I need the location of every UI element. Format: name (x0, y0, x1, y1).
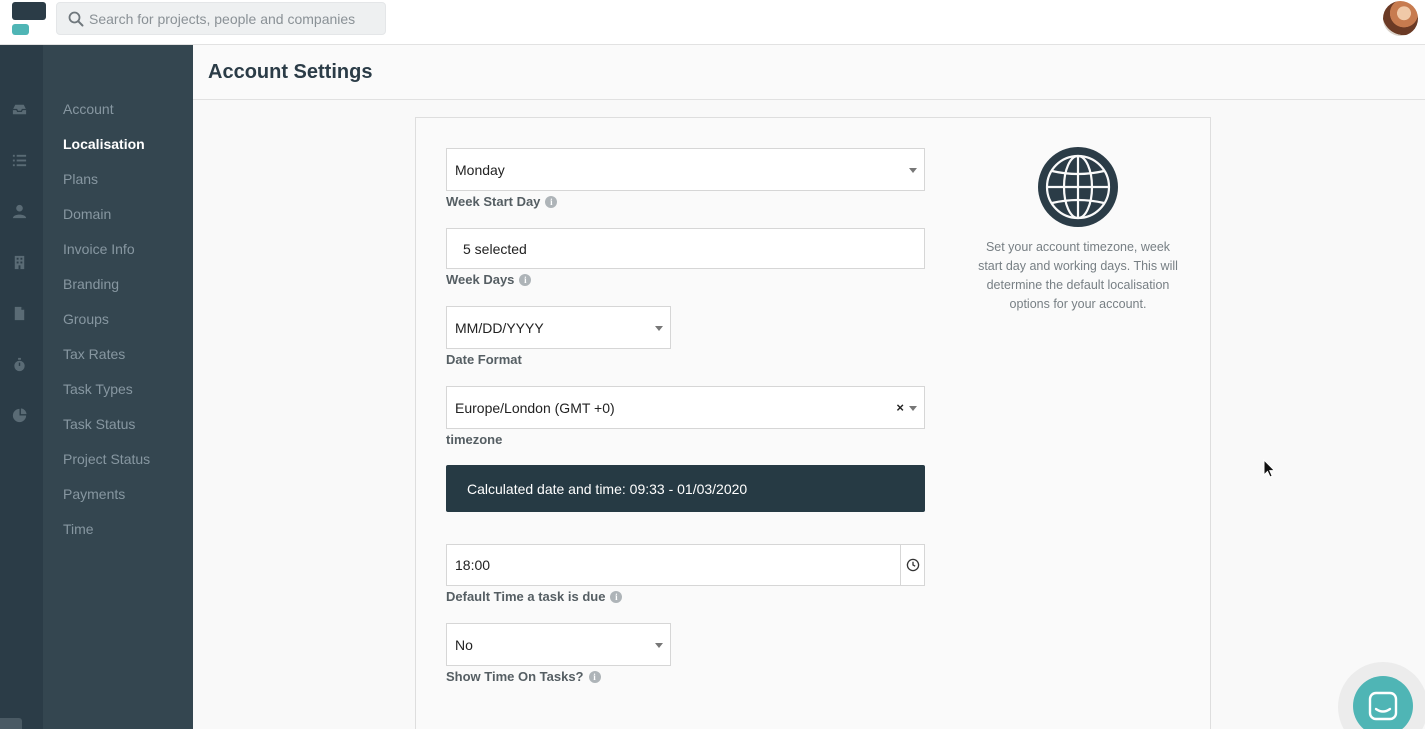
inbox-icon[interactable] (10, 100, 28, 118)
stopwatch-icon[interactable] (10, 355, 28, 373)
show-time-label-text: Show Time On Tasks? (446, 669, 584, 684)
week-days-label: Week Days i (446, 272, 532, 287)
show-time-label: Show Time On Tasks? i (446, 669, 601, 684)
chat-launcher-button[interactable] (1353, 676, 1413, 729)
search-input[interactable] (89, 10, 369, 27)
info-icon[interactable]: i (519, 273, 532, 286)
calculated-datetime-text: Calculated date and time: 09:33 - 01/03/… (467, 480, 748, 497)
show-time-value: No (455, 636, 473, 653)
global-search[interactable] (56, 2, 386, 35)
rail-collapse-tab[interactable] (0, 718, 22, 729)
sidebar-item-account[interactable]: Account (63, 101, 114, 117)
week-days-multiselect[interactable]: 5 selected (446, 228, 925, 269)
chevron-down-icon (909, 167, 917, 173)
timezone-select[interactable]: Europe/London (GMT +0) × (446, 386, 925, 429)
settings-nav: Account Localisation Plans Domain Invoic… (43, 45, 193, 729)
date-format-label-text: Date Format (446, 352, 522, 367)
date-format-select[interactable]: MM/DD/YYYY (446, 306, 671, 349)
chevron-down-icon (655, 325, 663, 331)
sidebar-item-tax-rates[interactable]: Tax Rates (63, 346, 125, 362)
info-icon[interactable]: i (588, 670, 601, 683)
icon-rail (0, 45, 43, 729)
page-header: Account Settings (193, 45, 1425, 100)
info-icon[interactable]: i (545, 195, 558, 208)
sidebar-item-plans[interactable]: Plans (63, 171, 98, 187)
app-logo[interactable] (12, 2, 46, 36)
info-icon[interactable]: i (610, 590, 623, 603)
default-time-label-text: Default Time a task is due (446, 589, 606, 604)
page-title: Account Settings (208, 61, 373, 83)
localisation-description: Set your account timezone, week start da… (978, 240, 1178, 311)
default-time-value: 18:00 (455, 557, 491, 573)
default-time-label: Default Time a task is due i (446, 589, 623, 604)
sidebar-item-groups[interactable]: Groups (63, 311, 109, 327)
chat-icon (1368, 691, 1398, 721)
sidebar-item-project-status[interactable]: Project Status (63, 451, 150, 467)
week-days-value: 5 selected (463, 240, 527, 257)
week-start-day-label-text: Week Start Day (446, 194, 541, 209)
avatar[interactable] (1383, 1, 1418, 36)
sidebar-item-domain[interactable]: Domain (63, 206, 111, 222)
week-start-day-select[interactable]: Monday (446, 148, 925, 191)
search-icon (68, 11, 84, 26)
chevron-down-icon (909, 405, 917, 411)
chevron-down-icon (655, 642, 663, 648)
globe-icon (1038, 147, 1118, 227)
clock-icon[interactable] (900, 545, 924, 585)
sidebar-item-task-status[interactable]: Task Status (63, 416, 135, 432)
pie-chart-icon[interactable] (10, 406, 28, 424)
sidebar-item-localisation[interactable]: Localisation (63, 136, 145, 152)
sidebar-item-invoice-info[interactable]: Invoice Info (63, 241, 135, 257)
sidebar-item-payments[interactable]: Payments (63, 486, 125, 502)
document-icon[interactable] (10, 304, 28, 322)
week-days-label-text: Week Days (446, 272, 515, 287)
calculated-datetime-banner: Calculated date and time: 09:33 - 01/03/… (446, 465, 925, 512)
building-icon[interactable] (10, 253, 28, 271)
timezone-value: Europe/London (GMT +0) (455, 399, 615, 416)
clear-icon[interactable]: × (896, 400, 904, 415)
timezone-label: timezone (446, 432, 502, 447)
week-start-day-label: Week Start Day i (446, 194, 558, 209)
week-start-day-value: Monday (455, 161, 505, 178)
mouse-cursor-icon (1263, 459, 1276, 478)
top-bar (0, 0, 1425, 45)
sidebar-item-time[interactable]: Time (63, 521, 94, 537)
timezone-label-text: timezone (446, 432, 503, 447)
show-time-select[interactable]: No (446, 623, 671, 666)
date-format-label: Date Format (446, 352, 522, 367)
person-icon[interactable] (10, 202, 28, 220)
sidebar-item-branding[interactable]: Branding (63, 276, 119, 292)
list-icon[interactable] (10, 151, 28, 169)
sidebar-item-task-types[interactable]: Task Types (63, 381, 133, 397)
default-time-input[interactable]: 18:00 (446, 544, 925, 586)
date-format-value: MM/DD/YYYY (455, 319, 544, 336)
